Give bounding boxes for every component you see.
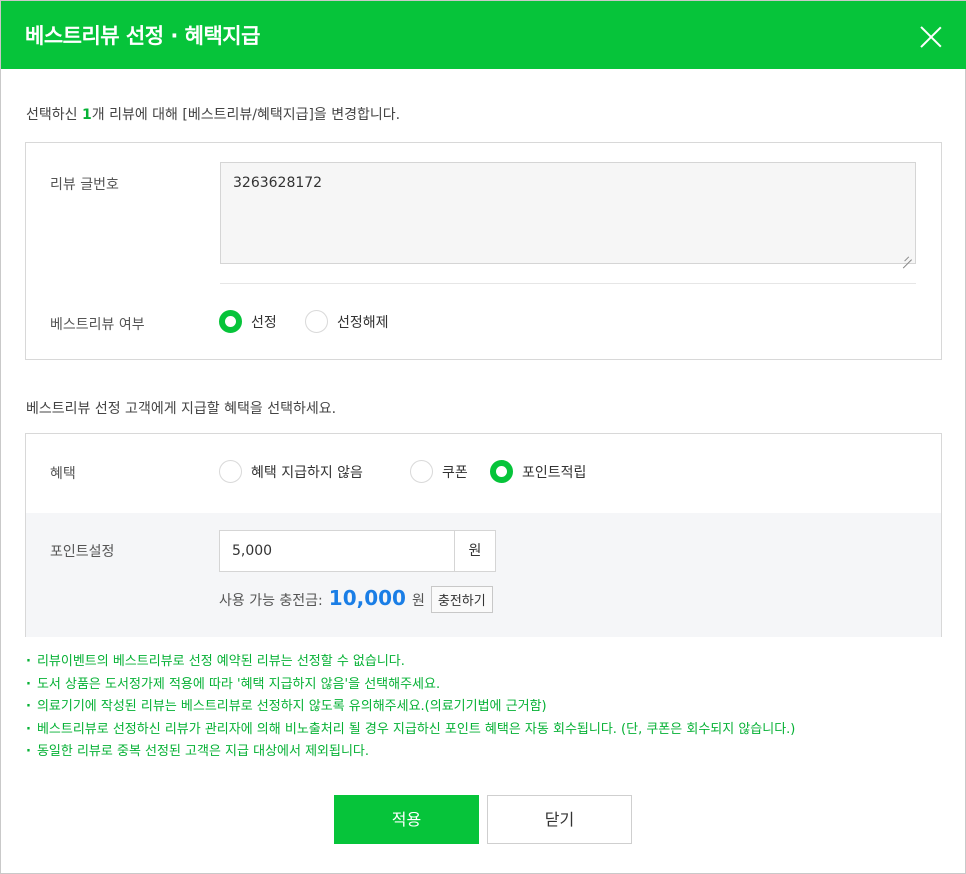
close-icon[interactable] <box>919 25 943 49</box>
notice-list: 리뷰이벤트의 베스트리뷰로 선정 예약된 리뷰는 선정할 수 없습니다. 도서 … <box>26 652 795 765</box>
benefit-label: 혜택 <box>50 466 76 482</box>
charge-button[interactable]: 충전하기 <box>430 586 493 613</box>
point-amount-input[interactable]: 5,000 <box>219 530 455 572</box>
point-setting-label: 포인트설정 <box>50 544 115 560</box>
available-unit: 원 <box>411 593 425 609</box>
review-settings-box: 리뷰 글번호 3263628172 베스트리뷰 여부 선정 선정해제 <box>25 142 942 360</box>
apply-button[interactable]: 적용 <box>334 795 479 844</box>
review-number-label: 리뷰 글번호 <box>50 177 119 193</box>
point-unit: 원 <box>454 530 496 572</box>
close-button[interactable]: 닫기 <box>487 795 632 844</box>
radio-unselect[interactable]: 선정해제 <box>305 310 389 333</box>
radio-point-label: 포인트적립 <box>522 464 587 481</box>
radio-select-label: 선정 <box>251 314 277 331</box>
review-number-value: 3263628172 <box>233 175 323 191</box>
divider <box>220 283 916 284</box>
point-amount-value: 5,000 <box>232 543 273 559</box>
radio-checked-icon <box>219 310 242 333</box>
notice-item: 베스트리뷰로 선정하신 리뷰가 관리자에 의해 비노출처리 될 경우 지급하신 … <box>26 720 795 743</box>
intro-text: 선택하신 1개 리뷰에 대해 [베스트리뷰/혜택지급]을 변경합니다. <box>26 104 400 124</box>
radio-select[interactable]: 선정 <box>219 310 277 333</box>
resize-handle-icon[interactable] <box>903 251 912 260</box>
radio-point[interactable]: 포인트적립 <box>490 460 586 483</box>
benefit-guide-text: 베스트리뷰 선정 고객에게 지급할 혜택을 선택하세요. <box>26 401 337 417</box>
radio-no-benefit-label: 혜택 지급하지 않음 <box>251 464 363 481</box>
radio-coupon[interactable]: 쿠폰 <box>410 460 468 483</box>
notice-item: 리뷰이벤트의 베스트리뷰로 선정 예약된 리뷰는 선정할 수 없습니다. <box>26 652 795 675</box>
intro-prefix: 선택하신 <box>26 107 82 123</box>
radio-unselect-label: 선정해제 <box>337 314 389 331</box>
review-number-field[interactable]: 3263628172 <box>220 162 916 264</box>
radio-coupon-label: 쿠폰 <box>442 464 468 481</box>
notice-item: 동일한 리뷰로 중복 선정된 고객은 지급 대상에서 제외됩니다. <box>26 742 795 765</box>
notice-item: 의료기기에 작성된 리뷰는 베스트리뷰로 선정하지 않도록 유의해주세요.(의료… <box>26 697 795 720</box>
best-review-dialog: 베스트리뷰 선정 · 혜택지급 선택하신 1개 리뷰에 대해 [베스트리뷰/혜택… <box>0 0 966 874</box>
radio-unchecked-icon <box>305 310 328 333</box>
dialog-title: 베스트리뷰 선정 · 혜택지급 <box>25 24 260 48</box>
radio-unchecked-icon <box>219 460 242 483</box>
notice-item: 도서 상품은 도서정가제 적용에 따라 '혜택 지급하지 않음'을 선택해주세요… <box>26 675 795 698</box>
dialog-header: 베스트리뷰 선정 · 혜택지급 <box>1 1 966 69</box>
selected-count: 1 <box>81 107 92 123</box>
radio-unchecked-icon <box>410 460 433 483</box>
intro-suffix: 개 리뷰에 대해 [베스트리뷰/혜택지급]을 변경합니다. <box>91 107 401 123</box>
available-label: 사용 가능 충전금: <box>219 593 323 609</box>
radio-checked-icon <box>490 460 513 483</box>
benefit-settings-box: 혜택 혜택 지급하지 않음 쿠폰 포인트적립 포인트설정 5,000 원 사용 … <box>25 433 942 637</box>
radio-no-benefit[interactable]: 혜택 지급하지 않음 <box>219 460 363 483</box>
best-review-label: 베스트리뷰 여부 <box>50 317 145 333</box>
available-amount: 10,000 <box>328 586 406 610</box>
available-balance: 사용 가능 충전금: 10,000 원 충전하기 <box>219 586 493 613</box>
